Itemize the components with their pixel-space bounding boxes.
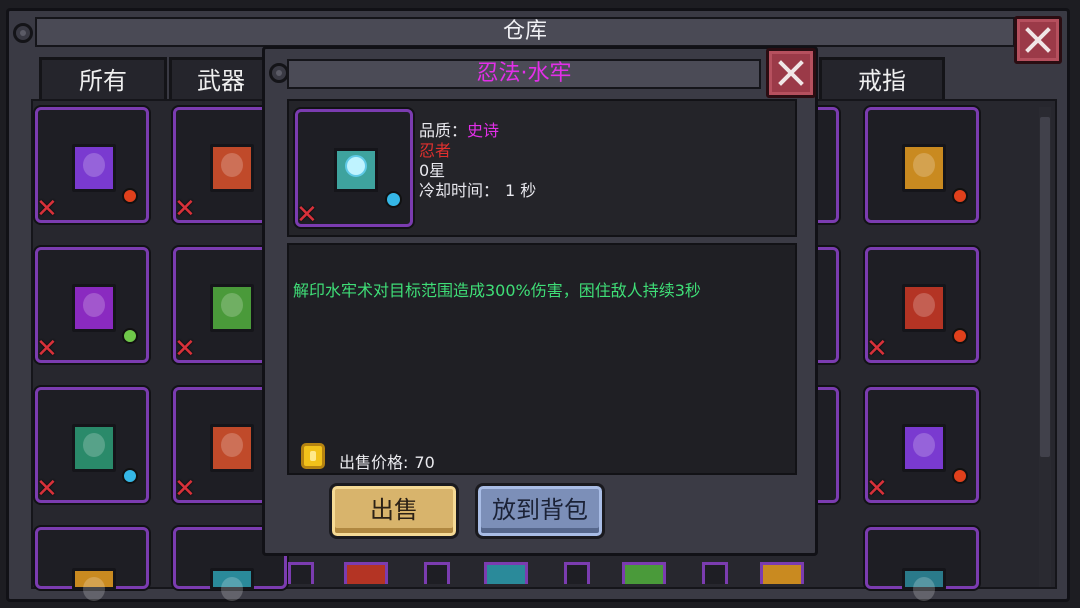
gold-coin-icon (301, 443, 325, 469)
purple-grid-book-icon (72, 144, 116, 192)
cooldown-value: 1 秒 (505, 181, 537, 200)
quality-row: 品质：史诗 (419, 121, 536, 141)
item-slot[interactable] (484, 562, 528, 584)
mark-x-icon: ✕ (174, 194, 196, 224)
gem-icon (122, 468, 138, 484)
mark-x-icon: ✕ (174, 474, 196, 504)
gem-icon (952, 188, 968, 204)
grid-scrollbar[interactable] (1039, 107, 1051, 587)
purple-grid-book-icon (902, 424, 946, 472)
item-info-box: ✕ 品质：史诗 忍者 0星 冷却时间： 1 秒 (287, 99, 797, 237)
teal-wing-book-icon (210, 568, 254, 601)
item-slot[interactable] (702, 562, 728, 584)
item-slot[interactable] (564, 562, 590, 584)
price-value: 70 (414, 453, 435, 472)
close-icon (1025, 27, 1051, 53)
item-slot[interactable] (424, 562, 450, 584)
description-box: 解印水牢术对目标范围造成300%伤害，困住敌人持续3秒 出售价格: 70 (287, 243, 797, 475)
item-slot[interactable] (865, 527, 979, 601)
scrollbar-thumb[interactable] (1040, 117, 1050, 457)
water-prison-book-icon (334, 148, 378, 192)
item-slot[interactable] (760, 562, 804, 584)
item-slot[interactable]: ✕ (865, 247, 979, 364)
mark-x-icon: ✕ (36, 334, 58, 364)
put-in-bag-button[interactable]: 放到背包 (475, 483, 605, 539)
item-slot[interactable] (35, 527, 149, 601)
bolt-icon (269, 63, 289, 83)
mark-x-icon: ✕ (866, 474, 888, 504)
cooldown-row: 冷却时间： 1 秒 (419, 181, 536, 201)
close-icon (778, 60, 804, 86)
mark-x-icon: ✕ (296, 200, 318, 230)
warehouse-close-button[interactable] (1014, 16, 1062, 64)
orange-fist-book-icon (210, 144, 254, 192)
tab-weapons[interactable]: 武器 (169, 57, 273, 101)
star-level: 0星 (419, 161, 446, 180)
gold-grid-book-icon (902, 144, 946, 192)
class-label: 忍者 (419, 141, 452, 160)
tab-all[interactable]: 所有 (39, 57, 167, 101)
gem-icon (952, 468, 968, 484)
item-slot[interactable] (344, 562, 388, 584)
gem-icon (122, 328, 138, 344)
warehouse-title: 仓库 (35, 17, 1015, 47)
popup-close-button[interactable] (766, 48, 816, 98)
item-slot[interactable]: ✕ (865, 387, 979, 504)
sell-price-row: 出售价格: 70 (339, 449, 435, 473)
teal-shield-book-icon (72, 424, 116, 472)
item-preview-slot: ✕ (295, 109, 413, 230)
gold-gear-book-icon (72, 568, 116, 601)
gem-icon (385, 191, 402, 208)
item-slot[interactable] (622, 562, 666, 584)
water-splash-icon (345, 155, 367, 177)
item-stats: 品质：史诗 忍者 0星 冷却时间： 1 秒 (419, 121, 536, 201)
mark-x-icon: ✕ (36, 194, 58, 224)
price-label: 出售价格: (339, 453, 409, 472)
item-slot[interactable]: ✕ (35, 107, 149, 224)
mark-x-icon: ✕ (174, 334, 196, 364)
cooldown-label: 冷却时间： (419, 181, 500, 200)
orange-fist-book-icon (210, 424, 254, 472)
red-swirl-book-icon (902, 284, 946, 332)
item-detail-popup: 忍法·水牢 ✕ 品质：史诗 忍者 0星 冷却时间： 1 秒 解印水牢术对目标范围造… (262, 46, 818, 556)
quality-value: 史诗 (467, 121, 500, 140)
purple-cross-book-icon (72, 284, 116, 332)
item-slot[interactable] (865, 107, 979, 223)
quality-label: 品质： (419, 121, 468, 140)
item-description: 解印水牢术对目标范围造成300%伤害，困住敌人持续3秒 (293, 281, 701, 300)
item-slot[interactable] (288, 562, 314, 584)
gem-icon (122, 188, 138, 204)
purple-flower-book-icon (902, 568, 946, 601)
item-slot[interactable]: ✕ (35, 247, 149, 364)
green-bars-book-icon (210, 284, 254, 332)
bolt-icon (13, 23, 33, 43)
sell-button[interactable]: 出售 (329, 483, 459, 539)
mark-x-icon: ✕ (36, 474, 58, 504)
item-slot[interactable]: ✕ (35, 387, 149, 504)
gem-icon (952, 328, 968, 344)
item-name-title: 忍法·水牢 (287, 59, 761, 89)
tab-rings[interactable]: 戒指 (819, 57, 945, 101)
mark-x-icon: ✕ (866, 334, 888, 364)
